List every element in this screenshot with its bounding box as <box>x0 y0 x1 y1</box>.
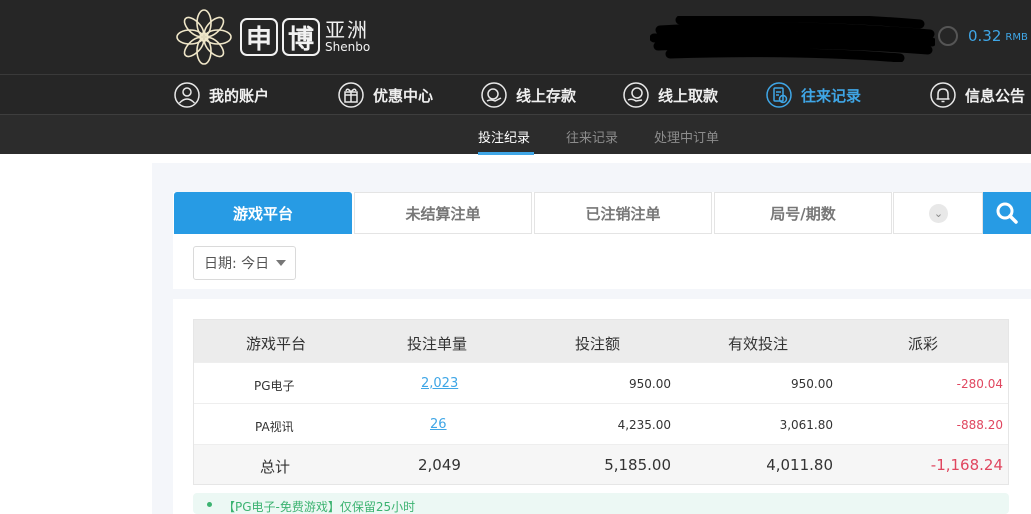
date-filter-value: 日期: 今日 <box>204 256 270 272</box>
balance-currency: RMB <box>1005 31 1028 43</box>
row-valid-bet: 3,061.80 <box>779 418 833 432</box>
nav-label: 往来记录 <box>801 86 862 105</box>
total-payout: -1,168.24 <box>930 456 1003 474</box>
bullet-dot-icon <box>207 502 212 507</box>
search-icon <box>996 202 1018 224</box>
row-bet-count-link[interactable]: 26 <box>430 417 447 432</box>
table-total-row: 总计 2,049 5,185.00 4,011.80 -1,168.24 <box>194 444 1008 484</box>
row-bet-amount: 950.00 <box>629 377 671 391</box>
subnav-bet-records[interactable]: 投注纪录 <box>478 127 530 146</box>
total-valid-bet: 4,011.80 <box>766 456 833 474</box>
nav-my-account[interactable]: 我的账户 <box>174 75 269 115</box>
header-bet-amount: 投注额 <box>575 335 621 353</box>
nav-label: 线上存款 <box>516 86 577 105</box>
account-balance: 0.32 RMB <box>938 26 1028 46</box>
records-icon <box>766 82 792 108</box>
row-platform: PA视讯 <box>255 420 294 434</box>
search-button[interactable] <box>983 192 1031 234</box>
nav-label: 优惠中心 <box>373 86 434 105</box>
caret-down-icon <box>276 260 287 266</box>
header-bet-count: 投注单量 <box>407 335 468 353</box>
nav-deposit[interactable]: 线上存款 <box>481 75 576 115</box>
chevron-down-icon: ⌄ <box>929 204 948 223</box>
site-logo[interactable]: 申 博 亚洲 Shenbo <box>172 8 370 66</box>
logo-cn-text: 亚洲 <box>325 18 369 43</box>
tab-game-platform[interactable]: 游戏平台 <box>174 192 352 234</box>
row-platform: PG电子 <box>254 379 295 393</box>
bell-icon <box>930 82 956 108</box>
header-valid-bet: 有效投注 <box>728 335 789 353</box>
nav-withdraw[interactable]: 线上取款 <box>623 75 718 115</box>
gift-icon <box>338 82 364 108</box>
withdraw-icon <box>623 82 649 108</box>
balance-value: 0.32 <box>968 27 1002 45</box>
logo-text: 亚洲 Shenbo <box>325 20 370 54</box>
top-header: 申 博 亚洲 Shenbo 0.32 RMB <box>0 0 1031 74</box>
total-bet-count: 2,049 <box>418 456 461 474</box>
nav-label: 我的账户 <box>209 86 270 105</box>
active-subnav-underline <box>478 152 534 155</box>
nav-label: 线上取款 <box>658 86 719 105</box>
total-label: 总计 <box>260 458 291 476</box>
nav-label: 信息公告 <box>965 86 1026 105</box>
table-row: PA视讯 26 4,235.00 3,061.80 -888.20 <box>194 403 1008 444</box>
tab-round-number[interactable]: 局号/期数 <box>714 192 892 234</box>
more-tabs-dropdown[interactable]: ⌄ <box>893 192 983 234</box>
row-valid-bet: 950.00 <box>791 377 833 391</box>
header-platform: 游戏平台 <box>246 335 307 353</box>
notice-banner: 【PG电子-免费游戏】仅保留25小时 <box>193 493 1009 514</box>
table-row: PG电子 2,023 950.00 950.00 -280.04 <box>194 362 1008 403</box>
main-nav: 我的账户 优惠中心 线上存款 线上取款 往来记录 信息公告 <box>0 74 1031 114</box>
row-bet-count-link[interactable]: 2,023 <box>421 376 458 391</box>
user-icon <box>174 82 200 108</box>
sub-nav: 投注纪录 往来记录 处理中订单 <box>0 114 1031 155</box>
subnav-transaction-records[interactable]: 往来记录 <box>566 127 618 146</box>
nav-records[interactable]: 往来记录 <box>766 75 861 115</box>
subnav-pending-orders[interactable]: 处理中订单 <box>654 127 719 146</box>
row-payout: -280.04 <box>956 377 1003 391</box>
nav-announcements[interactable]: 信息公告 <box>930 75 1025 115</box>
nav-promotions[interactable]: 优惠中心 <box>338 75 433 115</box>
date-filter-select[interactable]: 日期: 今日 <box>193 246 296 280</box>
tab-unsettled-bets[interactable]: 未结算注单 <box>354 192 532 234</box>
header-payout: 派彩 <box>908 335 939 353</box>
tab-cancelled-bets[interactable]: 已注销注单 <box>534 192 712 234</box>
table-header-row: 游戏平台 投注单量 投注额 有效投注 派彩 <box>194 320 1008 362</box>
row-payout: -888.20 <box>956 418 1003 432</box>
notice-text: 【PG电子-免费游戏】仅保留25小时 <box>223 500 416 514</box>
logo-char-box-1: 申 <box>240 18 278 56</box>
refresh-balance-icon[interactable] <box>938 26 958 46</box>
total-bet-amount: 5,185.00 <box>604 456 671 474</box>
logo-en-text: Shenbo <box>325 40 371 55</box>
flower-logo-icon <box>176 9 232 65</box>
row-bet-amount: 4,235.00 <box>617 418 671 432</box>
deposit-icon <box>481 82 507 108</box>
bet-summary-table: 游戏平台 投注单量 投注额 有效投注 派彩 PG电子 2,023 950.00 … <box>193 319 1009 485</box>
logo-char-box-2: 博 <box>282 18 320 56</box>
redacted-username-scribble <box>650 16 935 62</box>
